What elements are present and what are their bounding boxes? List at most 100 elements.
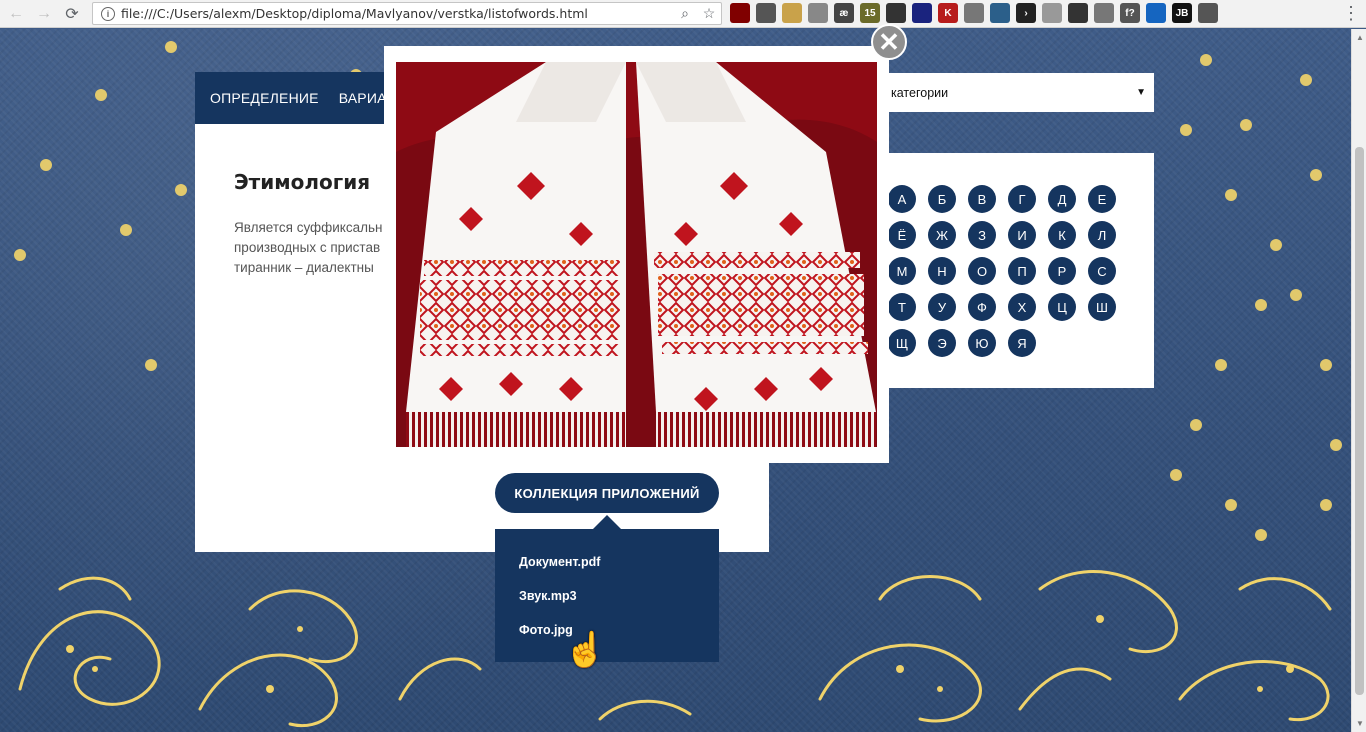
letter-button[interactable]: П <box>1008 257 1036 285</box>
fabric-dot <box>1300 74 1312 86</box>
browser-toolbar: ← → ⟳ i file:///C:/Users/alexm/Desktop/d… <box>0 0 1366 28</box>
attachment-pdf-link[interactable]: Документ.pdf <box>495 553 719 587</box>
fabric-dot <box>1215 359 1227 371</box>
letter-button[interactable]: З <box>968 221 996 249</box>
fabric-dot <box>40 159 52 171</box>
letter-button[interactable]: Э <box>928 329 956 357</box>
attachment-mp3-link[interactable]: Звук.mp3 <box>495 587 719 621</box>
zoom-icon[interactable]: ⌕ <box>673 5 697 22</box>
fabric-dot <box>1320 359 1332 371</box>
letter-button[interactable]: В <box>968 185 996 213</box>
url-text[interactable]: file:///C:/Users/alexm/Desktop/diploma/M… <box>121 6 673 21</box>
letter-button[interactable]: Р <box>1048 257 1076 285</box>
letter-button[interactable]: О <box>968 257 996 285</box>
letter-button[interactable]: Г <box>1008 185 1036 213</box>
fabric-dot <box>1170 469 1182 481</box>
letter-button[interactable]: У <box>928 293 956 321</box>
letter-button[interactable]: Ф <box>968 293 996 321</box>
letter-button[interactable]: Б <box>928 185 956 213</box>
address-bar[interactable]: i file:///C:/Users/alexm/Desktop/diploma… <box>92 2 722 25</box>
extension-ae-icon[interactable]: æ <box>834 3 854 23</box>
letter-button[interactable]: Ш <box>1088 293 1116 321</box>
letter-button[interactable]: С <box>1088 257 1116 285</box>
embroidered-towel-photo <box>396 62 877 447</box>
fabric-dot <box>1330 439 1342 451</box>
letter-button[interactable]: Х <box>1008 293 1036 321</box>
fabric-dot <box>165 41 177 53</box>
rushnyk-towel-image <box>396 62 877 447</box>
letter-button[interactable]: Щ <box>888 329 916 357</box>
letter-button[interactable]: А <box>888 185 916 213</box>
extension-palette-icon[interactable] <box>990 3 1010 23</box>
letter-button[interactable]: Е <box>1088 185 1116 213</box>
back-arrow-icon: ← <box>8 4 24 22</box>
extension-ublock-icon[interactable] <box>730 3 750 23</box>
back-button[interactable]: ← <box>4 2 28 26</box>
extension-shield-icon[interactable] <box>808 3 828 23</box>
tab-definition[interactable]: ОПРЕДЕЛЕНИЕ <box>210 90 319 106</box>
browser-menu-icon[interactable]: ⋮ <box>1342 4 1360 22</box>
letter-button[interactable]: И <box>1008 221 1036 249</box>
fabric-dot <box>1190 419 1202 431</box>
fabric-dot <box>14 249 26 261</box>
scroll-up-icon[interactable]: ▲ <box>1356 33 1364 42</box>
extension-next-icon[interactable]: › <box>1016 3 1036 23</box>
fabric-dot <box>1290 289 1302 301</box>
fabric-dot <box>1240 119 1252 131</box>
fabric-dot <box>1200 54 1212 66</box>
bookmark-star-icon[interactable]: ☆ <box>697 5 721 22</box>
scroll-down-icon[interactable]: ▼ <box>1356 719 1364 728</box>
extension-evernote-icon[interactable] <box>1068 3 1088 23</box>
extension-gradient-icon[interactable] <box>1042 3 1062 23</box>
letter-button[interactable]: Л <box>1088 221 1116 249</box>
extension-hand-icon[interactable] <box>1198 3 1218 23</box>
alphabet-letters: АБВГДЕ ЁЖЗИКЛ МНОПРС ТУФХЦШ ЩЭЮЯ <box>888 185 1148 357</box>
letter-button[interactable]: Ю <box>968 329 996 357</box>
dropdown-arrow-icon: ▼ <box>1136 87 1146 98</box>
extension-monitor-icon[interactable] <box>912 3 932 23</box>
extension-lock-icon[interactable]: 15 <box>860 3 880 23</box>
letter-button[interactable]: Ж <box>928 221 956 249</box>
extension-sync-icon[interactable] <box>1146 3 1166 23</box>
close-icon: ✕ <box>878 27 900 57</box>
reload-button[interactable]: ⟳ <box>60 2 84 26</box>
fabric-dot <box>1255 529 1267 541</box>
letter-button[interactable]: Т <box>888 293 916 321</box>
extension-eyedropper-icon[interactable] <box>756 3 776 23</box>
scrollbar-thumb[interactable] <box>1355 147 1364 695</box>
page-scrollbar[interactable]: ▲ ▼ <box>1351 29 1366 732</box>
letter-button[interactable]: Д <box>1048 185 1076 213</box>
fabric-dot <box>1225 189 1237 201</box>
extension-ruler-icon[interactable] <box>782 3 802 23</box>
letter-button[interactable]: Ё <box>888 221 916 249</box>
letter-button[interactable]: М <box>888 257 916 285</box>
forward-arrow-icon: → <box>36 4 52 22</box>
extension-fx-icon[interactable]: f? <box>1120 3 1140 23</box>
fabric-dot <box>1225 499 1237 511</box>
hand-pointer-icon: ☝ <box>564 631 607 669</box>
extension-jb-icon[interactable]: JB <box>1172 3 1192 23</box>
photo-modal <box>384 46 889 463</box>
fabric-dot <box>1180 124 1192 136</box>
forward-button[interactable]: → <box>32 2 56 26</box>
modal-close-button[interactable]: ✕ <box>871 24 907 60</box>
extension-swirl-icon[interactable] <box>964 3 984 23</box>
extension-film-icon[interactable] <box>886 3 906 23</box>
fabric-dot <box>1320 499 1332 511</box>
letter-button[interactable]: Я <box>1008 329 1036 357</box>
reload-icon: ⟳ <box>65 5 79 23</box>
fabric-dot <box>145 359 157 371</box>
attachments-dropdown: Документ.pdf Звук.mp3 Фото.jpg <box>495 515 719 662</box>
extension-cube-icon[interactable] <box>1094 3 1114 23</box>
attachment-jpg-link[interactable]: Фото.jpg <box>495 621 719 655</box>
fabric-dot <box>120 224 132 236</box>
info-icon[interactable]: i <box>101 6 115 21</box>
category-select[interactable]: категории ▼ <box>884 73 1154 112</box>
letter-button[interactable]: Н <box>928 257 956 285</box>
letter-button[interactable]: К <box>1048 221 1076 249</box>
letter-button[interactable]: Ц <box>1048 293 1076 321</box>
alphabet-panel: АБВГДЕ ЁЖЗИКЛ МНОПРС ТУФХЦШ ЩЭЮЯ <box>884 153 1154 388</box>
attachments-collection-button[interactable]: КОЛЛЕКЦИЯ ПРИЛОЖЕНИЙ <box>495 473 719 513</box>
extension-k-icon[interactable]: K <box>938 3 958 23</box>
fabric-dot <box>95 89 107 101</box>
